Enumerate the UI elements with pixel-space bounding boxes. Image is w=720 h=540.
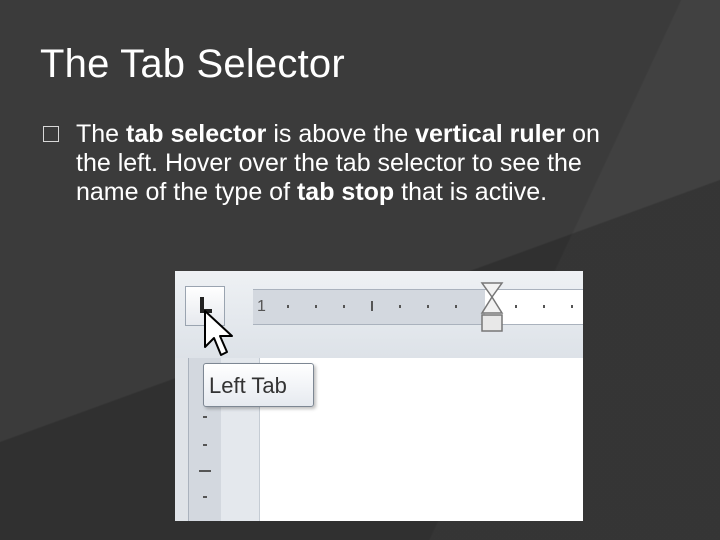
text-run: The xyxy=(76,120,127,148)
ruler-tick xyxy=(315,305,317,308)
slide-title: The Tab Selector xyxy=(40,42,345,86)
ruler-tick xyxy=(427,305,429,308)
ruler-tick xyxy=(343,305,345,308)
ruler-tick xyxy=(571,305,573,308)
bold-tab-stop: tab stop xyxy=(296,178,395,206)
ruler-tick xyxy=(287,305,289,308)
word-ruler-screenshot: 1 Left Tab xyxy=(175,271,583,521)
text-run: that is active. xyxy=(394,178,548,206)
bullet-square-icon xyxy=(43,126,59,142)
ruler-tick xyxy=(371,301,373,311)
mouse-cursor-icon xyxy=(204,310,233,356)
bullet-text: The tab selector is above the vertical r… xyxy=(76,120,603,207)
ruler-tick xyxy=(203,416,207,418)
ruler-tick xyxy=(199,470,211,472)
ruler-tick xyxy=(203,496,207,498)
bullet-list: The tab selector is above the vertical r… xyxy=(43,120,603,207)
tooltip: Left Tab xyxy=(203,363,314,407)
ruler-tick xyxy=(399,305,401,308)
text-run: is above the xyxy=(266,120,416,148)
bold-vertical-ruler: vertical ruler xyxy=(415,120,566,148)
tooltip-text: Left Tab xyxy=(209,373,287,398)
ruler-tick xyxy=(203,444,207,446)
ruler-tick xyxy=(455,305,457,308)
ruler-tick xyxy=(515,305,517,308)
bold-tab-selector: tab selector xyxy=(126,120,267,148)
indent-marker-icon[interactable] xyxy=(480,281,504,337)
horizontal-ruler[interactable]: 1 xyxy=(253,289,583,325)
ruler-tick xyxy=(543,305,545,308)
ruler-number: 1 xyxy=(257,298,266,315)
